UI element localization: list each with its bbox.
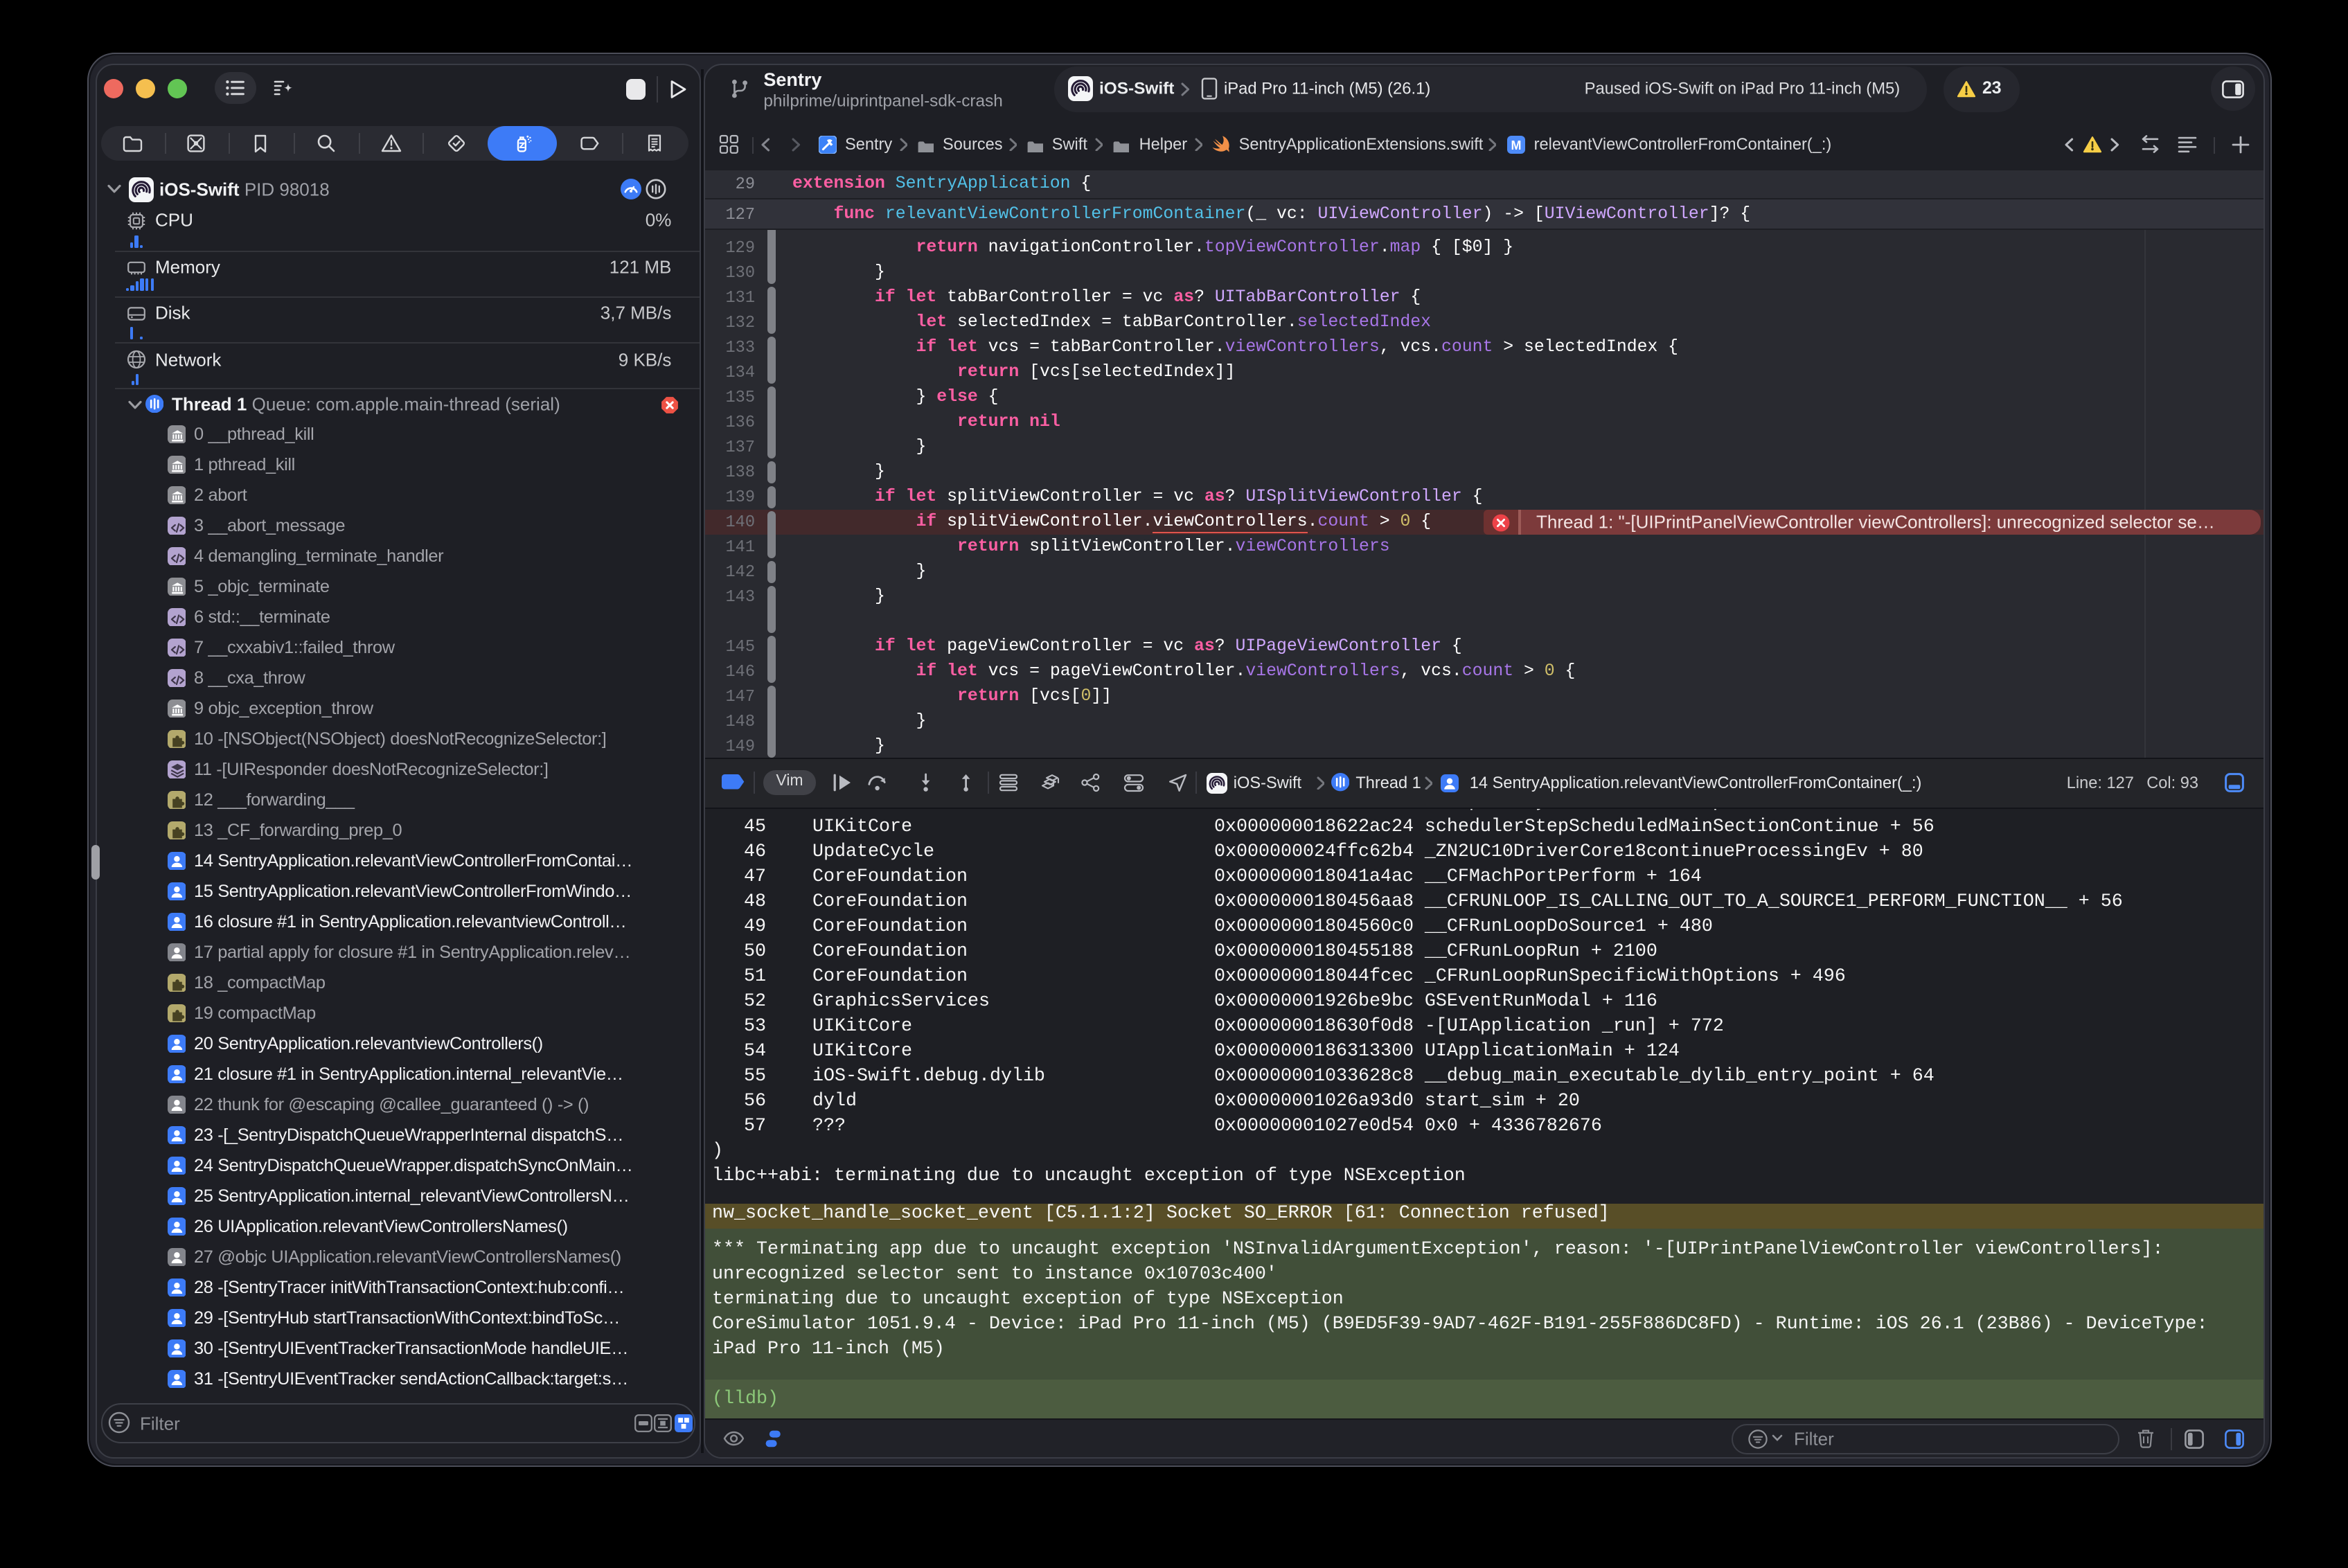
svg-text:M: M	[1511, 138, 1521, 152]
